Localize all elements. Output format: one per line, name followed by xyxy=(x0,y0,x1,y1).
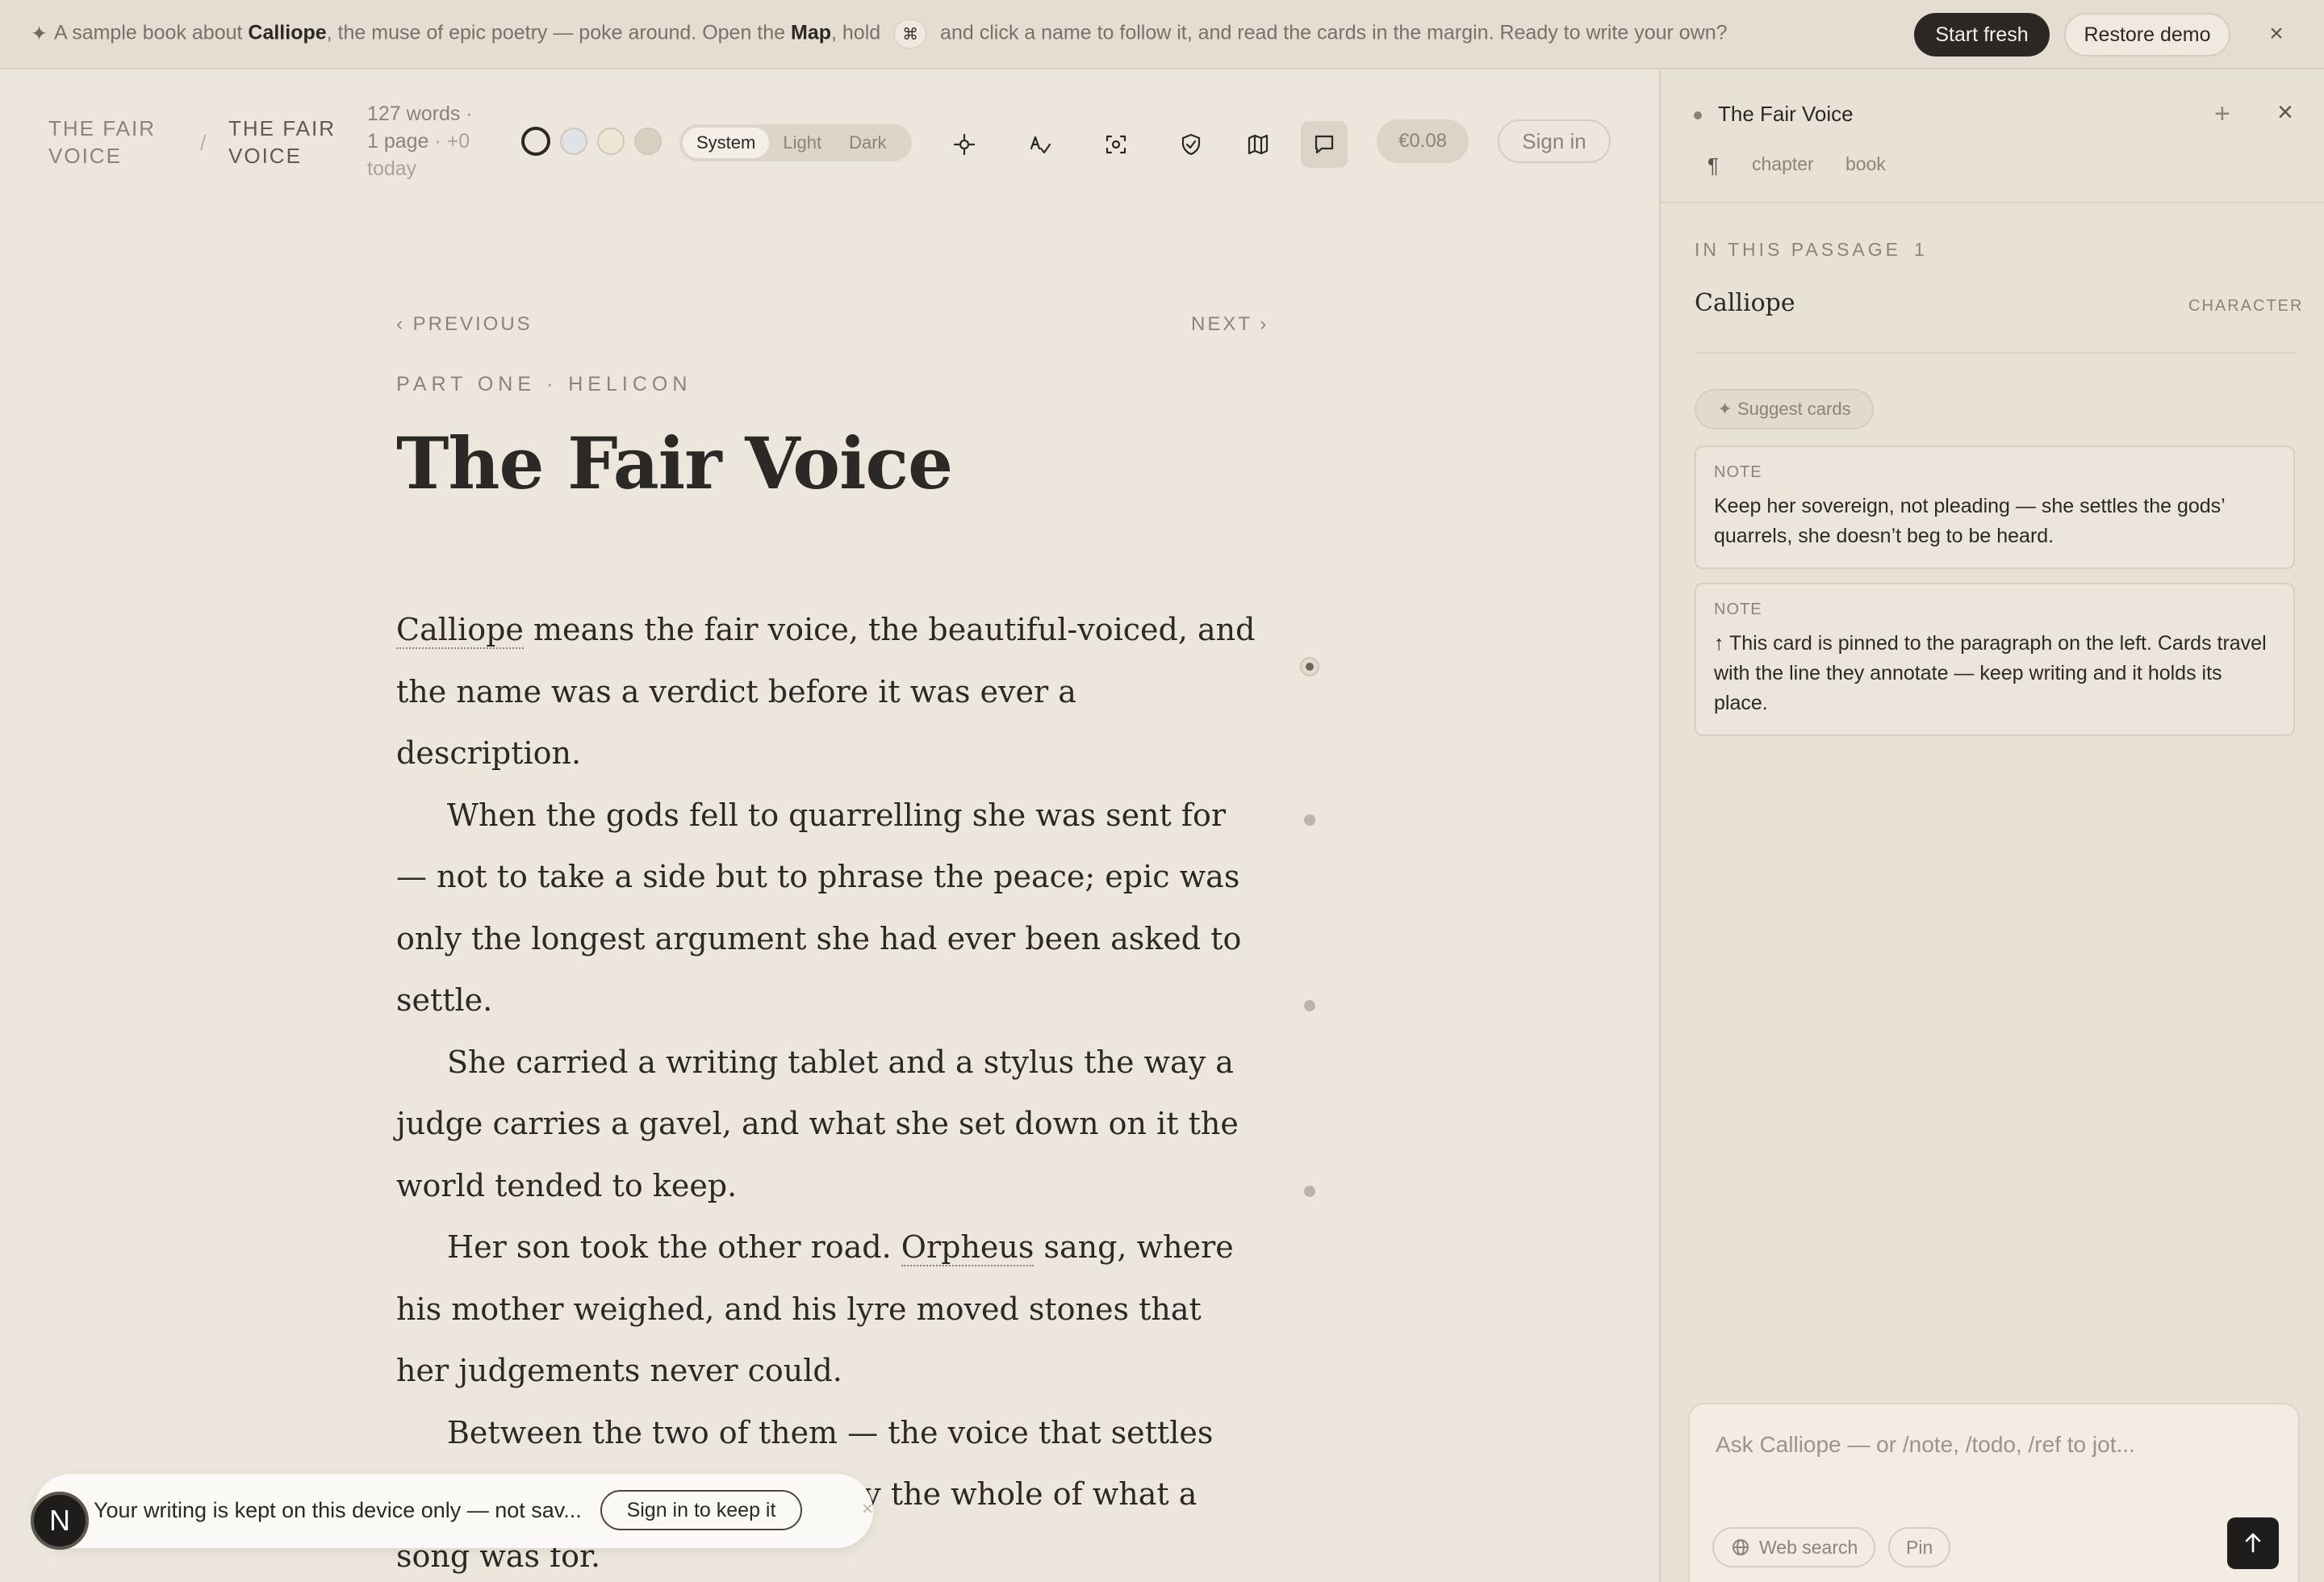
capture-button[interactable] xyxy=(1093,121,1139,168)
globe-icon xyxy=(1733,1539,1749,1555)
entity-type-badge: CHARACTER xyxy=(2188,297,2304,315)
chapter-title[interactable]: The Fair Voice xyxy=(396,421,953,505)
send-button[interactable] xyxy=(2227,1517,2279,1569)
page-count: 1 page · +0 xyxy=(367,130,470,153)
ask-composer[interactable]: Ask Calliope — or /note, /todo, /ref to … xyxy=(1688,1403,2300,1582)
swatch-grey[interactable] xyxy=(560,128,587,155)
card-label: NOTE xyxy=(1714,601,1762,618)
word-count: 127 words · xyxy=(367,103,473,125)
theme-toggle: System Light Dark xyxy=(679,124,912,161)
in-this-passage-heading: IN THIS PASSAGE 1 xyxy=(1695,239,1928,260)
banner-text: A sample book about Calliope, the muse o… xyxy=(54,19,1728,48)
sign-in-button[interactable]: Sign in xyxy=(1498,119,1611,163)
divider xyxy=(1695,352,2295,354)
start-fresh-button[interactable]: Start fresh xyxy=(1914,13,2050,56)
sign-in-to-keep-button[interactable]: Sign in to keep it xyxy=(600,1490,802,1530)
cards-panel: The Fair Voice + × ¶ chapter book IN THI… xyxy=(1659,69,2324,1582)
breadcrumb-book[interactable]: THE FAIR VOICE xyxy=(48,115,169,170)
arrow-up-icon xyxy=(2245,1533,2261,1553)
word-stats: 127 words · 1 page · +0 today xyxy=(367,100,496,182)
demo-banner: ✦ A sample book about Calliope, the muse… xyxy=(0,0,2324,69)
card-text: Keep her sovereign, not pleading — she s… xyxy=(1714,495,2225,547)
swatch-cream[interactable] xyxy=(521,127,550,156)
chapter-body[interactable]: Calliope means the fair voice, the beaut… xyxy=(396,599,1261,1582)
next-chapter-link[interactable]: NEXT › xyxy=(1191,313,1269,336)
note-card[interactable]: NOTE Keep her sovereign, not pleading — … xyxy=(1695,446,2295,569)
paper-color-swatches xyxy=(521,127,662,156)
spellcheck-button[interactable] xyxy=(1017,121,1064,168)
scope-book-tab[interactable]: book xyxy=(1845,153,1886,175)
spellcheck-icon xyxy=(1030,136,1051,154)
status-dot xyxy=(1694,111,1702,119)
map-icon xyxy=(1248,134,1269,155)
focus-button[interactable] xyxy=(941,121,988,168)
paragraph[interactable]: Her son took the other road. Orpheus san… xyxy=(396,1216,1261,1402)
shield-button[interactable] xyxy=(1168,121,1214,168)
capture-icon xyxy=(1106,135,1126,154)
entity-link-orpheus[interactable]: Orpheus xyxy=(901,1229,1035,1266)
previous-chapter-link[interactable]: ‹ PREVIOUS xyxy=(396,313,533,336)
today-label: today xyxy=(367,157,417,180)
card-label: NOTE xyxy=(1714,463,1762,481)
entity-link-calliope[interactable]: Calliope xyxy=(396,612,524,649)
usage-cost-badge[interactable]: €0.08 xyxy=(1377,119,1469,163)
map-button[interactable] xyxy=(1235,121,1281,168)
part-label: PART ONE · HELICON xyxy=(396,373,692,396)
scope-chapter-tab[interactable]: chapter xyxy=(1752,153,1814,175)
toast-close-icon[interactable]: × xyxy=(862,1498,873,1521)
composer-input[interactable]: Ask Calliope — or /note, /todo, /ref to … xyxy=(1716,1432,2135,1458)
shield-icon xyxy=(1181,133,1201,156)
note-card[interactable]: NOTE ↑ This card is pinned to the paragr… xyxy=(1695,583,2295,736)
swatch-ivory[interactable] xyxy=(597,128,625,155)
theme-dark-option[interactable]: Dark xyxy=(835,128,900,158)
card-text: ↑ This card is pinned to the paragraph o… xyxy=(1714,632,2267,714)
theme-system-option[interactable]: System xyxy=(683,128,770,158)
add-card-icon[interactable]: + xyxy=(2214,98,2230,130)
paragraph-marker[interactable] xyxy=(1304,1186,1315,1197)
breadcrumb-chapter[interactable]: THE FAIR VOICE xyxy=(228,115,349,170)
paragraph-marker[interactable] xyxy=(1304,1000,1315,1011)
comment-icon xyxy=(1315,135,1334,154)
swatch-sand[interactable] xyxy=(634,128,662,155)
cards-panel-button[interactable] xyxy=(1301,121,1348,168)
banner-close-icon[interactable]: × xyxy=(2263,21,2289,47)
avatar[interactable]: N xyxy=(31,1492,89,1550)
web-search-toggle[interactable]: Web search xyxy=(1712,1527,1876,1567)
paragraph-marker[interactable] xyxy=(1304,814,1315,826)
toast-message: Your writing is kept on this device only… xyxy=(94,1498,582,1522)
command-key-icon: ⌘ xyxy=(894,19,927,48)
pin-toggle[interactable]: Pin xyxy=(1888,1527,1951,1567)
breadcrumb-separator: / xyxy=(200,131,208,155)
suggest-cards-button[interactable]: ✦ Suggest cards xyxy=(1695,389,1874,429)
sparkle-icon: ✦ xyxy=(31,23,48,45)
editor-toolbar: THE FAIR VOICE / THE FAIR VOICE 127 word… xyxy=(0,69,1659,215)
paragraph[interactable]: Calliope means the fair voice, the beaut… xyxy=(396,599,1261,785)
paragraph[interactable]: She carried a writing tablet and a stylu… xyxy=(396,1032,1261,1217)
divider xyxy=(1661,202,2324,203)
focus-icon xyxy=(953,133,976,156)
scope-paragraph-tab[interactable]: ¶ xyxy=(1707,153,1719,178)
panel-close-icon[interactable]: × xyxy=(2277,97,2293,128)
restore-demo-button[interactable]: Restore demo xyxy=(2064,13,2230,56)
pinned-card-marker[interactable] xyxy=(1300,657,1319,676)
entity-name[interactable]: Calliope xyxy=(1695,289,1795,317)
panel-title: The Fair Voice xyxy=(1718,102,1854,126)
paragraph[interactable]: When the gods fell to quarrelling she wa… xyxy=(396,785,1261,1032)
theme-light-option[interactable]: Light xyxy=(769,128,835,158)
local-storage-toast: N Your writing is kept on this device on… xyxy=(31,1474,873,1550)
